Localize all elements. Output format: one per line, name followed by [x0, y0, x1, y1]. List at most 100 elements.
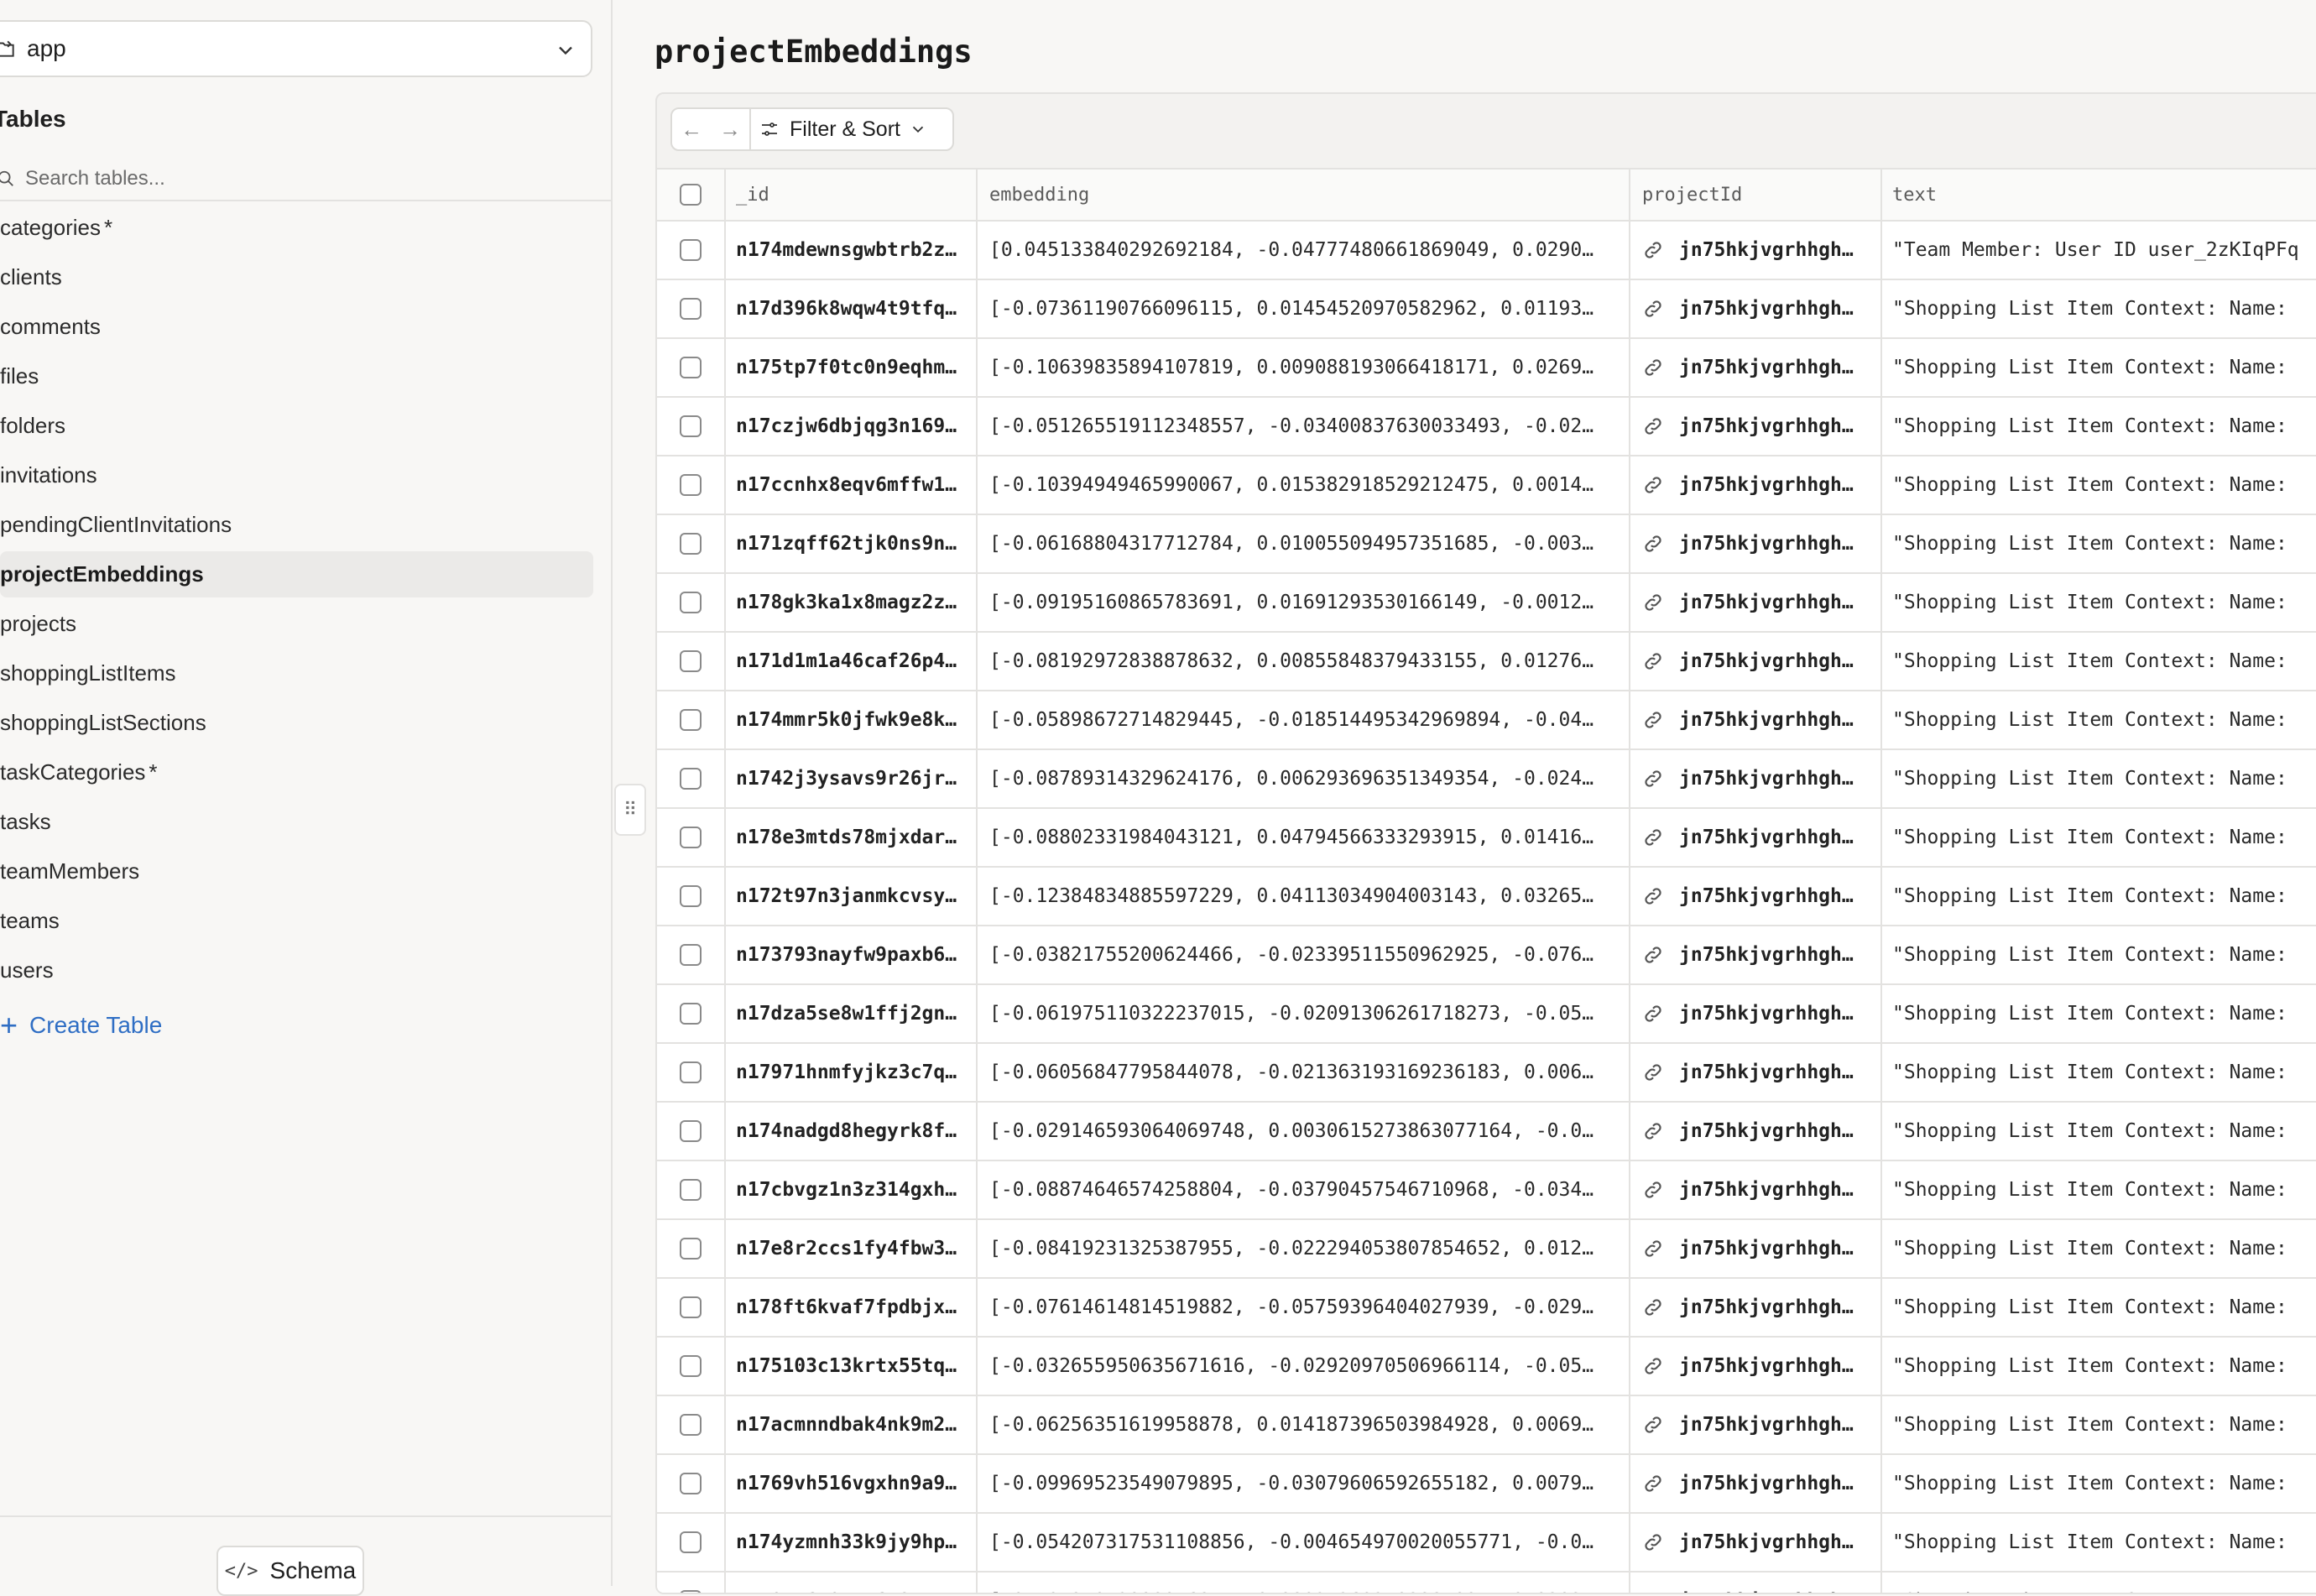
embedding-cell[interactable]: [-0.05898672714829445, -0.01851449534296…	[978, 691, 1630, 748]
embedding-cell[interactable]: [-0.08192972838878632, 0.008558483794331…	[978, 633, 1630, 690]
projectid-cell[interactable]: jn75hkjvgrhhgh…	[1630, 750, 1882, 807]
row-checkbox[interactable]	[680, 1296, 702, 1318]
projectid-cell[interactable]: jn75hkjvgrhhgh…	[1630, 1338, 1882, 1395]
projectid-cell[interactable]: jn75hkjvgrhhgh…	[1630, 926, 1882, 983]
row-checkbox[interactable]	[680, 885, 702, 907]
table-row[interactable]: n172t97n3janmkcvsy… [-0.12384834885597229…	[657, 868, 2316, 926]
row-checkbox[interactable]	[680, 298, 702, 320]
projectid-cell[interactable]: jn75hkjvgrhhgh…	[1630, 691, 1882, 748]
row-checkbox[interactable]	[680, 1003, 702, 1025]
projectid-cell[interactable]: jn75hkjvgrhhgh…	[1630, 1220, 1882, 1277]
row-checkbox[interactable]	[680, 1355, 702, 1377]
projectid-cell[interactable]: jn75hkjvgrhhgh…	[1630, 1455, 1882, 1512]
link-icon[interactable]	[1642, 1414, 1664, 1436]
projectid-cell[interactable]: jn75hkjvgrhhgh…	[1630, 456, 1882, 514]
text-cell[interactable]: "Shopping List Item Context: Name:	[1882, 1573, 2316, 1593]
row-checkbox[interactable]	[680, 709, 702, 731]
link-icon[interactable]	[1642, 1179, 1664, 1201]
text-cell[interactable]: "Shopping List Item Context: Name:	[1882, 1103, 2316, 1160]
row-checkbox[interactable]	[680, 1238, 702, 1260]
id-cell[interactable]: n17cbvgz1n3z314gxh…	[726, 1161, 978, 1218]
sidebar-item-pendingclientinvitations[interactable]: pendingClientInvitations	[0, 502, 593, 548]
text-cell[interactable]: "Shopping List Item Context: Name:	[1882, 456, 2316, 514]
embedding-cell[interactable]: [-0.09195160865783691, 0.016912935301661…	[978, 574, 1630, 631]
id-cell[interactable]: n17dza5se8w1ffj2gn…	[726, 985, 978, 1042]
link-icon[interactable]	[1642, 768, 1664, 790]
embedding-cell[interactable]: [-0.12384834885597229, 0.041130349040031…	[978, 868, 1630, 925]
embedding-cell[interactable]: [-0.07361190766096115, 0.014545209705829…	[978, 280, 1630, 337]
link-icon[interactable]	[1642, 357, 1664, 378]
text-cell[interactable]: "Shopping List Item Context: Name:	[1882, 633, 2316, 690]
sidebar-item-invitations[interactable]: invitations	[0, 452, 593, 498]
projectid-cell[interactable]: jn75hkjvgrhhgh…	[1630, 1044, 1882, 1101]
id-cell[interactable]: n17d396k8wqw4t9tfq…	[726, 280, 978, 337]
embedding-cell[interactable]: [-0.06056847795844078, -0.02136319316923…	[978, 1044, 1630, 1101]
projectid-cell[interactable]: jn75hkjvgrhhgh…	[1630, 1279, 1882, 1336]
embedding-cell[interactable]: [-0.029146593064069748, 0.00306152738630…	[978, 1103, 1630, 1160]
projectid-cell[interactable]: jn75hkjvgrhhgh…	[1630, 515, 1882, 572]
filter-sort-button[interactable]: Filter & Sort	[749, 109, 952, 149]
id-cell[interactable]: n174mmr5k0jfwk9e8k…	[726, 691, 978, 748]
row-checkbox[interactable]	[680, 1414, 702, 1436]
id-cell[interactable]: n1769vh516vgxhn9a9…	[726, 1455, 978, 1512]
id-cell[interactable]: n173793nayfw9paxb6…	[726, 926, 978, 983]
id-cell[interactable]: n174yzmnh33k9jy9hp…	[726, 1514, 978, 1571]
link-icon[interactable]	[1642, 885, 1664, 907]
link-icon[interactable]	[1642, 944, 1664, 966]
link-icon[interactable]	[1642, 1355, 1664, 1377]
embedding-cell[interactable]: [0.045133840292692184, -0.04777480661869…	[978, 222, 1630, 279]
projectid-cell[interactable]: jn75hkjvgrhhgh…	[1630, 1396, 1882, 1453]
text-cell[interactable]: "Shopping List Item Context: Name:	[1882, 1396, 2316, 1453]
link-icon[interactable]	[1642, 1590, 1664, 1594]
row-checkbox[interactable]	[680, 1531, 702, 1553]
text-cell[interactable]: "Shopping List Item Context: Name:	[1882, 515, 2316, 572]
table-row[interactable]: n1742j3ysavs9r26jr… [-0.08789314329624176…	[657, 750, 2316, 809]
sidebar-item-teams[interactable]: teams	[0, 898, 593, 944]
table-row[interactable]: n17czjw6dbjqg3n169… [-0.05126551911234855…	[657, 398, 2316, 456]
embedding-cell[interactable]: [-0.07614614814519882, -0.05759396404027…	[978, 1279, 1630, 1336]
text-cell[interactable]: "Shopping List Item Context: Name:	[1882, 691, 2316, 748]
link-icon[interactable]	[1642, 415, 1664, 437]
link-icon[interactable]	[1642, 298, 1664, 320]
id-cell[interactable]: n17e8r2ccs1fy4fbw3…	[726, 1220, 978, 1277]
link-icon[interactable]	[1642, 709, 1664, 731]
text-cell[interactable]: "Shopping List Item Context: Name:	[1882, 926, 2316, 983]
row-checkbox[interactable]	[680, 768, 702, 790]
link-icon[interactable]	[1642, 650, 1664, 672]
row-checkbox[interactable]	[680, 1179, 702, 1201]
text-cell[interactable]: "Shopping List Item Context: Name:	[1882, 280, 2316, 337]
sidebar-item-files[interactable]: files	[0, 353, 593, 399]
embedding-cell[interactable]: [-0.051265519112348557, -0.0340083763003…	[978, 398, 1630, 455]
forward-button[interactable]: →	[711, 109, 749, 149]
link-icon[interactable]	[1642, 592, 1664, 613]
embedding-cell[interactable]: [-0.09969523549079895, -0.03079606592655…	[978, 1455, 1630, 1512]
table-row[interactable]: n171zqff62tjk0ns9n… [-0.06168804317712784…	[657, 515, 2316, 574]
embedding-cell[interactable]: [-0.08802331984043121, 0.047945663332939…	[978, 809, 1630, 866]
table-row[interactable]: n17cbvgz1n3z314gxh… [-0.08874646574258804…	[657, 1161, 2316, 1220]
sidebar-item-projects[interactable]: projects	[0, 601, 593, 647]
row-checkbox[interactable]	[680, 944, 702, 966]
id-cell[interactable]: n175103c13krtx55tq…	[726, 1338, 978, 1395]
link-icon[interactable]	[1642, 1296, 1664, 1318]
select-all-checkbox[interactable]	[680, 184, 702, 206]
sidebar-item-clients[interactable]: clients	[0, 254, 593, 300]
id-cell[interactable]: n171d1m1a46caf26p4…	[726, 633, 978, 690]
back-button[interactable]: ←	[672, 109, 711, 149]
text-cell[interactable]: "Shopping List Item Context: Name:	[1882, 398, 2316, 455]
embedding-cell[interactable]: [-0.06256351619958878, 0.014187396503984…	[978, 1396, 1630, 1453]
table-row[interactable]: n17e8r2ccs1fy4fbw3… [-0.08419231325387955…	[657, 1220, 2316, 1279]
table-row[interactable]: n17ccnhx8eqv6mffw1… [-0.10394949465990067…	[657, 456, 2316, 515]
projectid-cell[interactable]: jn75hkjvgrhhgh…	[1630, 280, 1882, 337]
sidebar-item-users[interactable]: users	[0, 947, 593, 994]
row-checkbox[interactable]	[680, 474, 702, 496]
link-icon[interactable]	[1642, 533, 1664, 555]
table-row[interactable]: n175tp7f0tc0n9eqhm… [-0.10639835894107819…	[657, 339, 2316, 398]
row-checkbox[interactable]	[680, 357, 702, 378]
id-cell[interactable]: n174nadgd8hegyrk8f…	[726, 1103, 978, 1160]
column-header-projectid[interactable]: projectId	[1630, 170, 1882, 220]
link-icon[interactable]	[1642, 1003, 1664, 1025]
text-cell[interactable]: "Shopping List Item Context: Name:	[1882, 1338, 2316, 1395]
sidebar-resize-handle[interactable]: ⠿	[614, 784, 646, 836]
id-cell[interactable]: n17ccnhx8eqv6mffw1…	[726, 456, 978, 514]
row-checkbox[interactable]	[680, 1061, 702, 1083]
